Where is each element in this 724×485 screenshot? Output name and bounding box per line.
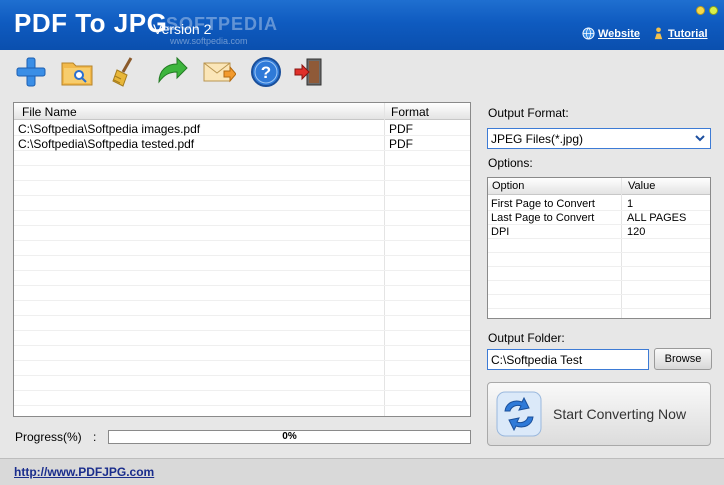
progress-text: 0% (282, 431, 297, 442)
empty-row (488, 239, 710, 253)
empty-row (14, 331, 470, 346)
output-format-value: JPEG Files(*.jpg) (491, 132, 584, 146)
broom-icon (112, 57, 133, 87)
option-name: First Page to Convert (491, 198, 595, 210)
empty-row (14, 166, 470, 181)
progress-separator: : (93, 430, 97, 444)
empty-row (14, 181, 470, 196)
file-name-cell: C:\Softpedia\Softpedia tested.pdf (18, 137, 195, 151)
option-row[interactable]: DPI 120 (488, 225, 710, 239)
minimize-button[interactable] (696, 6, 705, 15)
toolbar: ? (0, 50, 724, 94)
empty-row (14, 286, 470, 301)
option-value[interactable]: 120 (627, 226, 645, 238)
plus-icon (16, 57, 46, 87)
progress-bar: 0% (108, 430, 471, 444)
output-folder-field[interactable]: C:\Softpedia Test (487, 349, 649, 370)
empty-row (14, 241, 470, 256)
app-title: PDF To JPG (14, 8, 168, 38)
option-value[interactable]: 1 (627, 198, 633, 210)
add-files-button[interactable] (14, 56, 48, 88)
table-row[interactable]: C:\Softpedia\Softpedia images.pdf PDF (14, 121, 470, 136)
convert-arrows-icon (496, 391, 542, 437)
option-value[interactable]: ALL PAGES (627, 212, 686, 224)
homepage-link[interactable]: http://www.PDFJPG.com (14, 465, 154, 479)
empty-row (14, 151, 470, 166)
svg-text:?: ? (261, 63, 271, 82)
help-icon: ? (251, 57, 281, 87)
close-button[interactable] (709, 6, 718, 15)
tutorial-link[interactable]: Tutorial (652, 27, 708, 40)
empty-row (14, 316, 470, 331)
options-label: Options: (488, 156, 533, 170)
option-name: Last Page to Convert (491, 212, 595, 224)
output-folder-label: Output Folder: (488, 331, 565, 345)
status-bar: http://www.PDFJPG.com (0, 458, 724, 485)
options-grid[interactable]: Option Value First Page to Convert 1 Las… (487, 177, 711, 319)
table-row[interactable]: C:\Softpedia\Softpedia tested.pdf PDF (14, 136, 470, 151)
empty-row (14, 226, 470, 241)
empty-row (14, 391, 470, 406)
format-cell: PDF (389, 137, 413, 151)
column-value: Value (628, 180, 656, 192)
progress-label: Progress(%) (15, 430, 82, 444)
empty-row (14, 376, 470, 391)
person-icon (654, 27, 663, 40)
output-folder-value: C:\Softpedia Test (491, 353, 583, 367)
open-folder-button[interactable] (60, 56, 94, 88)
option-row[interactable]: Last Page to Convert ALL PAGES (488, 211, 710, 225)
empty-row (14, 256, 470, 271)
empty-row (488, 267, 710, 281)
options-header: Option Value (488, 178, 710, 195)
refresh-button[interactable] (155, 56, 189, 88)
green-arrow-icon (158, 56, 188, 84)
watermark-url: www.softpedia.com (170, 36, 248, 46)
empty-row (14, 301, 470, 316)
tutorial-link-label: Tutorial (668, 27, 708, 40)
start-converting-button[interactable]: Start Converting Now (487, 382, 711, 446)
output-format-label: Output Format: (488, 106, 569, 120)
empty-row (488, 281, 710, 295)
title-bar: SOFTPEDIA www.softpedia.com PDF To JPG V… (0, 0, 724, 50)
option-row[interactable]: First Page to Convert 1 (488, 197, 710, 211)
website-link-label: Website (598, 27, 640, 40)
clear-list-button[interactable] (108, 56, 142, 88)
file-list[interactable]: File Name Format C:\Softpedia\Softpedia … (13, 102, 471, 417)
website-link[interactable]: Website (582, 27, 640, 40)
exit-button[interactable] (292, 56, 326, 88)
file-name-cell: C:\Softpedia\Softpedia images.pdf (18, 122, 201, 136)
file-list-header: File Name Format (14, 103, 470, 120)
column-file-name[interactable]: File Name (22, 105, 77, 119)
column-option: Option (492, 180, 525, 192)
app-version: Version 2 (153, 21, 212, 37)
empty-row (14, 196, 470, 211)
browse-button[interactable]: Browse (654, 348, 712, 370)
folder-search-icon (61, 62, 93, 86)
globe-icon (582, 27, 595, 40)
help-button[interactable]: ? (249, 56, 283, 88)
empty-row (488, 253, 710, 267)
start-converting-label: Start Converting Now (553, 406, 687, 422)
chevron-down-icon (695, 135, 705, 142)
email-button[interactable] (202, 56, 236, 88)
empty-row (14, 346, 470, 361)
column-format[interactable]: Format (391, 105, 429, 119)
output-format-select[interactable]: JPEG Files(*.jpg) (487, 128, 711, 149)
empty-row (488, 295, 710, 309)
option-name: DPI (491, 226, 510, 238)
empty-row (14, 271, 470, 286)
empty-row (14, 211, 470, 226)
empty-row (14, 361, 470, 376)
envelope-icon (203, 62, 236, 83)
format-cell: PDF (389, 122, 413, 136)
exit-door-icon (294, 58, 322, 86)
